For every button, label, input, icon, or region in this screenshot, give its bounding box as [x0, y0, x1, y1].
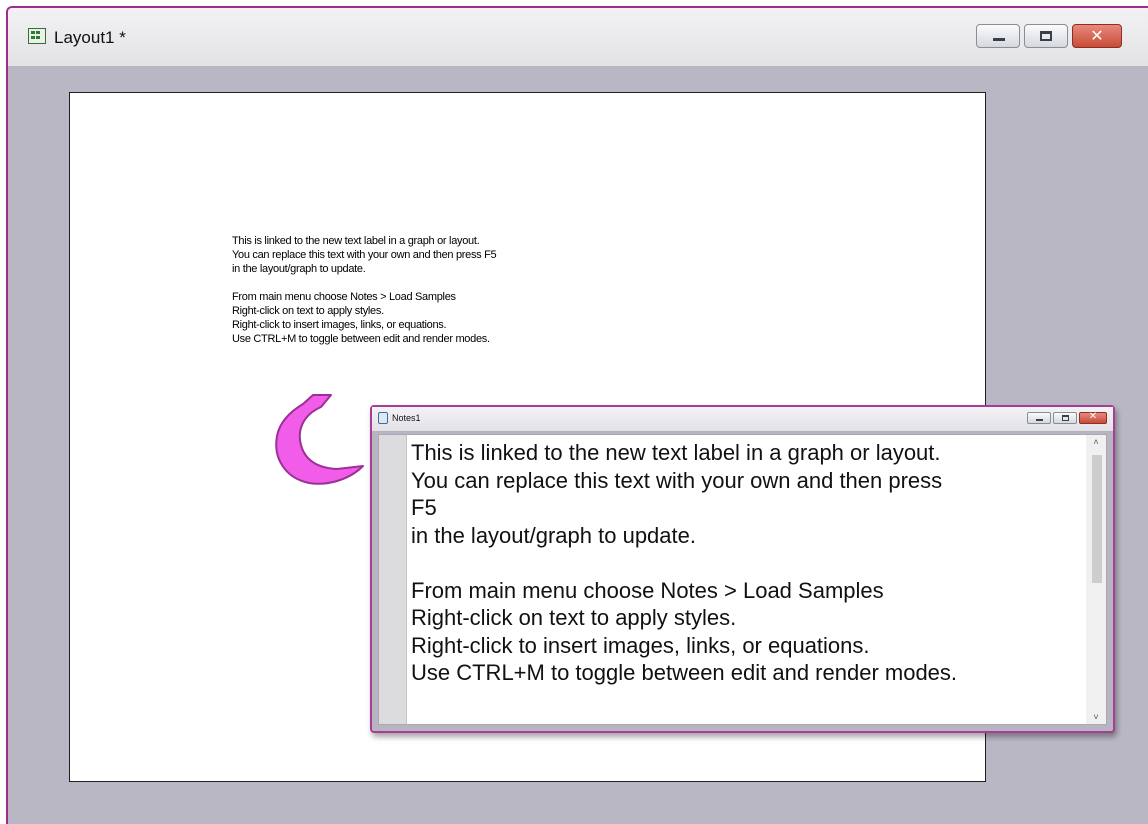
scroll-down-button[interactable]: ˅: [1086, 710, 1106, 724]
close-icon: ✕: [1090, 26, 1104, 45]
scrollbar-thumb[interactable]: [1092, 455, 1102, 583]
text-label-line: You can replace this text with your own …: [232, 249, 497, 261]
maximize-icon: [1062, 415, 1069, 421]
text-label-line: From main menu choose Notes > Load Sampl…: [232, 291, 456, 303]
close-icon: ✕: [1088, 411, 1098, 422]
notes-line: You can replace this text with your own …: [411, 467, 943, 493]
notes-window-controls: ✕: [1027, 411, 1107, 424]
notes-gutter: [379, 435, 407, 724]
notes-vertical-scrollbar[interactable]: ˄ ˅: [1086, 435, 1106, 724]
text-label-line: [232, 276, 496, 290]
close-button[interactable]: ✕: [1072, 24, 1122, 48]
text-label-line: Right-click on text to apply styles.: [232, 305, 384, 317]
notes-title-bar[interactable]: Notes1 ✕: [372, 407, 1113, 432]
linked-text-label[interactable]: This is linked to the new text label in …: [232, 234, 497, 346]
notes-window-icon[interactable]: [378, 412, 388, 424]
notes-line: From main menu choose Notes > Load Sampl…: [411, 577, 884, 603]
notes-line: This is linked to the new text label in …: [411, 440, 941, 465]
notes-line: F5: [411, 495, 437, 520]
maximize-button[interactable]: [1024, 24, 1068, 48]
notes-close-button[interactable]: ✕: [1079, 411, 1107, 424]
scroll-up-button[interactable]: ˄: [1086, 435, 1106, 449]
minimize-icon: [993, 38, 1005, 41]
minimize-icon: [1036, 419, 1043, 421]
layout-title-bar[interactable]: Layout1 * ✕: [8, 8, 1148, 67]
maximize-icon: [1040, 31, 1052, 41]
text-label-line: This is linked to the new text label in …: [232, 235, 480, 247]
layout-window-title: Layout1 *: [54, 28, 126, 47]
minimize-button[interactable]: [976, 24, 1020, 48]
notes-maximize-button[interactable]: [1053, 412, 1077, 424]
text-label-line: in the layout/graph to update.: [232, 263, 366, 275]
notes-text-editor[interactable]: This is linked to the new text label in …: [411, 439, 1084, 687]
notes-minimize-button[interactable]: [1027, 412, 1051, 424]
notes-line: Use CTRL+M to toggle between edit and re…: [411, 660, 958, 685]
text-label-line: Right-click to insert images, links, or …: [232, 319, 447, 331]
notes-line: [411, 549, 1084, 577]
layout-window-icon[interactable]: [28, 28, 46, 44]
text-label-line: Use CTRL+M to toggle between edit and re…: [232, 333, 490, 345]
notes-line: in the layout/graph to update.: [411, 522, 696, 548]
notes-editor-area[interactable]: This is linked to the new text label in …: [378, 434, 1107, 725]
notes-window: Notes1 ✕ This is linked to the new text …: [370, 405, 1115, 733]
notes-window-title: Notes1: [392, 413, 421, 423]
curved-arrow-icon: [275, 394, 364, 485]
window-controls: ✕: [976, 24, 1122, 48]
notes-line: Right-click on text to apply styles.: [411, 605, 737, 630]
notes-line: Right-click to insert images, links, or …: [411, 632, 870, 658]
